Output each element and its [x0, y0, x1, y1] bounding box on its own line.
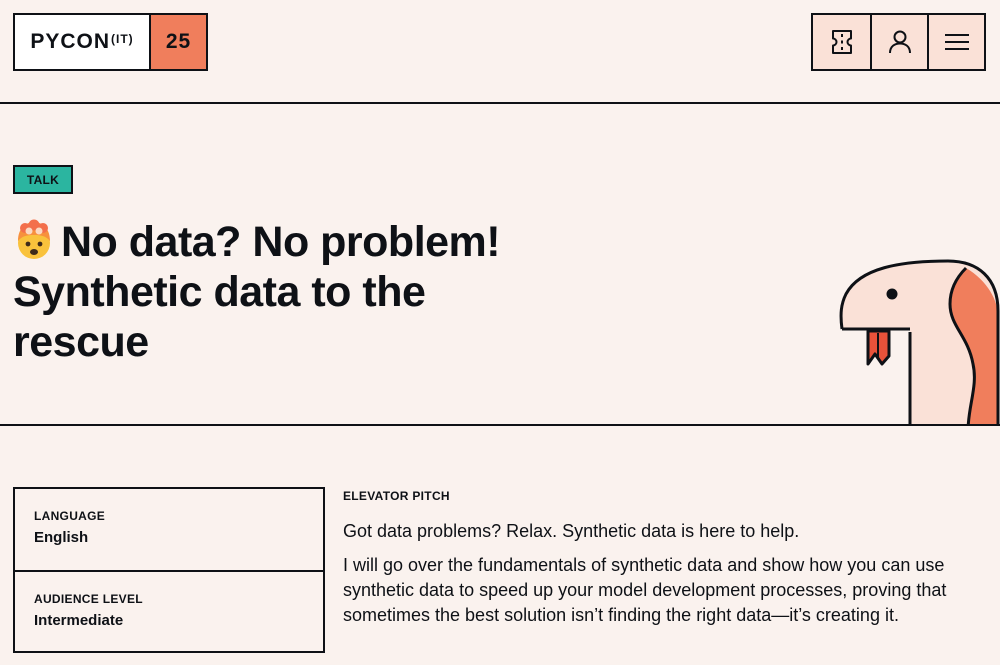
logo-wordmark: PYCON (IT) [15, 15, 151, 69]
elevator-pitch-lead: Got data problems? Relax. Synthetic data… [343, 521, 800, 541]
talk-hero: TALK No data? No problem! Synthetic data… [0, 104, 1000, 426]
ticket-icon [831, 30, 852, 54]
elevator-pitch-heading: ELEVATOR PITCH [343, 489, 450, 503]
elevator-pitch-body: I will go over the fundamentals of synth… [343, 555, 947, 625]
title-line-3: rescue [13, 318, 149, 366]
language-label: LANGUAGE [34, 509, 106, 523]
audience-level-detail: AUDIENCE LEVEL Intermediate [15, 570, 323, 651]
menu-button[interactable] [927, 15, 984, 69]
logo-main-text: PYCON [30, 30, 111, 53]
language-value: English [34, 529, 89, 546]
language-detail: LANGUAGE English [15, 489, 323, 570]
title-line-2: Synthetic data to the [13, 268, 426, 316]
title-line-1: No data? No problem! [61, 218, 501, 266]
tickets-button[interactable] [813, 15, 870, 69]
audience-level-label: AUDIENCE LEVEL [34, 592, 143, 606]
exploding-head-icon [18, 219, 50, 259]
pycon-logo[interactable]: PYCON (IT) 25 [13, 13, 208, 71]
user-icon [888, 30, 911, 54]
site-header: PYCON (IT) 25 [0, 0, 1000, 104]
logo-superscript: (IT) [111, 32, 134, 46]
talk-type-tag: TALK [13, 165, 73, 194]
snake-mascot-illustration [839, 259, 1000, 424]
audience-level-value: Intermediate [34, 612, 124, 629]
account-button[interactable] [870, 15, 927, 69]
header-nav [811, 13, 986, 71]
menu-icon [944, 34, 969, 50]
logo-year: 25 [151, 15, 206, 69]
talk-title: No data? No problem! Synthetic data to t… [13, 217, 553, 367]
elevator-pitch-section: ELEVATOR PITCH Got data problems? Relax.… [343, 489, 993, 628]
talk-details-box: LANGUAGE English AUDIENCE LEVEL Intermed… [13, 487, 325, 653]
